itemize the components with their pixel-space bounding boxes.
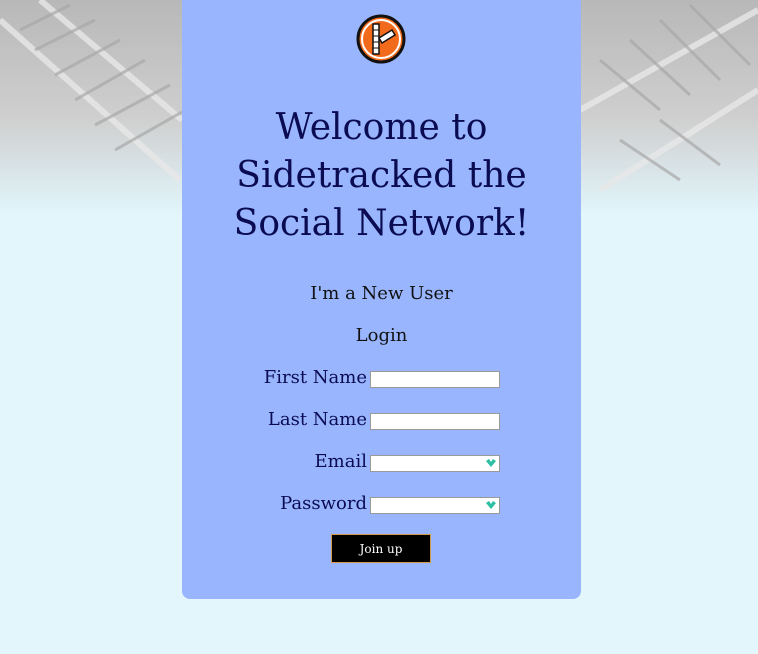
new-user-link[interactable]: I'm a New User <box>182 283 581 304</box>
password-manager-icon[interactable] <box>486 501 496 510</box>
first-name-row: First Name <box>182 367 581 391</box>
title-line-1: Welcome to <box>275 107 488 148</box>
join-up-button[interactable]: Join up <box>331 534 431 563</box>
page-title: Welcome to Sidetracked the Social Networ… <box>182 104 581 248</box>
password-row: Password <box>182 493 581 517</box>
login-link[interactable]: Login <box>182 325 581 346</box>
last-name-row: Last Name <box>182 409 581 433</box>
password-field[interactable] <box>370 497 500 514</box>
sidetracked-logo-icon <box>356 14 406 64</box>
last-name-label: Last Name <box>267 409 367 430</box>
signup-card: Welcome to Sidetracked the Social Networ… <box>182 0 581 599</box>
email-field[interactable] <box>370 455 500 472</box>
last-name-field[interactable] <box>370 413 500 430</box>
email-label: Email <box>314 451 367 472</box>
title-line-3: Social Network! <box>233 203 530 244</box>
password-label: Password <box>280 493 367 514</box>
title-line-2: Sidetracked the <box>236 155 527 196</box>
first-name-field[interactable] <box>370 371 500 388</box>
first-name-label: First Name <box>263 367 367 388</box>
password-manager-icon[interactable] <box>486 459 496 468</box>
email-row: Email <box>182 451 581 475</box>
